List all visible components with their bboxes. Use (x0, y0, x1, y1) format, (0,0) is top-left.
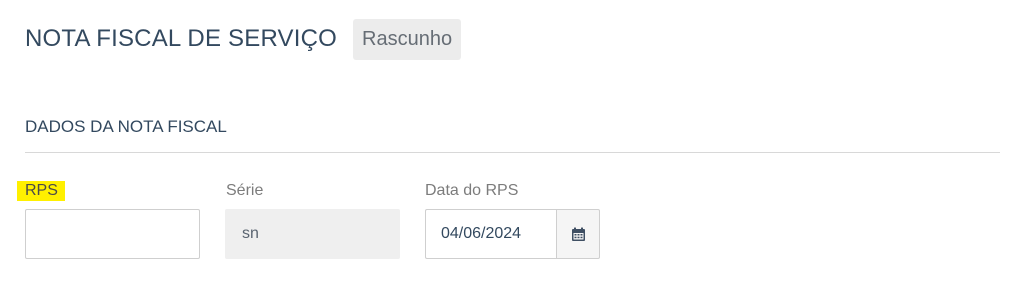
serie-input: sn (225, 209, 400, 259)
serie-label: Série (226, 182, 264, 199)
section-title: DADOS DA NOTA FISCAL (25, 117, 227, 136)
page-header: NOTA FISCAL DE SERVIÇO Rascunho (25, 18, 462, 60)
page-title: NOTA FISCAL DE SERVIÇO (25, 25, 338, 52)
calendar-icon (571, 227, 585, 241)
rps-input[interactable] (25, 209, 200, 259)
status-badge: Rascunho (353, 18, 462, 60)
data-rps-field: 04/06/2024 (425, 209, 600, 259)
page: NOTA FISCAL DE SERVIÇO Rascunho DADOS DA… (0, 0, 1016, 298)
rps-label: RPS (25, 182, 58, 199)
data-rps-label: Data do RPS (425, 182, 519, 199)
section-divider (25, 152, 1000, 153)
calendar-button[interactable] (556, 209, 600, 259)
data-rps-input[interactable]: 04/06/2024 (425, 209, 556, 259)
